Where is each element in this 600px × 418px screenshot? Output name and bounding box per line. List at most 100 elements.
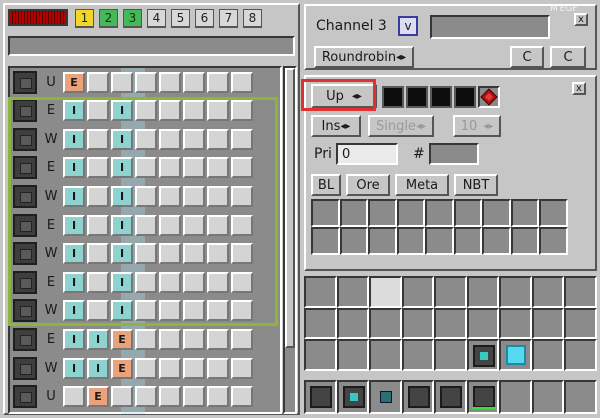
channel-cell[interactable]: [183, 71, 205, 93]
channel-tab-3[interactable]: 3: [123, 9, 142, 28]
inventory-slot[interactable]: [564, 307, 597, 340]
filter-slot[interactable]: [425, 199, 454, 227]
channel-cell[interactable]: [231, 71, 253, 93]
channel-cell[interactable]: E: [87, 386, 109, 408]
inventory-slot[interactable]: [531, 307, 565, 340]
channel-cell[interactable]: [207, 357, 229, 379]
connection-row[interactable]: EIIE: [13, 327, 279, 351]
inventory-slot[interactable]: [531, 339, 565, 371]
channel-cell[interactable]: E: [63, 71, 85, 93]
upgrade-slot[interactable]: [430, 86, 452, 108]
filter-slot[interactable]: [311, 199, 340, 227]
filter-slot[interactable]: [539, 227, 568, 255]
inventory-slot[interactable]: [304, 276, 337, 308]
channel-cell[interactable]: [231, 386, 253, 408]
hotbar-slot[interactable]: [304, 380, 337, 414]
inventory-slot[interactable]: [336, 276, 370, 308]
scroll-thumb[interactable]: [285, 68, 295, 348]
inventory-slot[interactable]: [466, 276, 500, 308]
meta-button[interactable]: Meta: [395, 174, 449, 196]
channel-tab-6[interactable]: 6: [195, 9, 214, 28]
filter-slot[interactable]: [339, 199, 369, 227]
network-name-field[interactable]: [8, 36, 295, 56]
channel-tab-8[interactable]: 8: [243, 9, 262, 28]
channel-cell[interactable]: E: [111, 328, 133, 350]
inventory-slot[interactable]: [336, 307, 370, 340]
inventory-slot[interactable]: [466, 339, 500, 371]
channel-cell[interactable]: [231, 328, 253, 350]
upgrade-slot[interactable]: [382, 86, 404, 108]
filter-slot[interactable]: [396, 199, 426, 227]
channel-close-button[interactable]: x: [574, 13, 588, 26]
inventory-slot[interactable]: [434, 339, 467, 371]
inventory-slot[interactable]: [434, 307, 467, 340]
channel-cell[interactable]: [207, 328, 229, 350]
channel-cell[interactable]: [183, 357, 205, 379]
filter-slot[interactable]: [510, 227, 540, 255]
channel-cell[interactable]: [159, 71, 181, 93]
inventory-slot[interactable]: [564, 276, 597, 308]
channel-cell[interactable]: [231, 357, 253, 379]
filter-slot[interactable]: [425, 227, 454, 255]
inventory-slot[interactable]: [401, 307, 435, 340]
channel-cell[interactable]: [159, 386, 181, 408]
hotbar-slot[interactable]: [401, 380, 435, 414]
filter-slot[interactable]: [453, 199, 483, 227]
channel-cell[interactable]: [159, 328, 181, 350]
channel-cell[interactable]: [63, 386, 85, 408]
channel-cell[interactable]: I: [87, 328, 109, 350]
connection-row[interactable]: UE: [13, 70, 279, 94]
hotbar-slot[interactable]: [336, 380, 370, 414]
channel-cell[interactable]: [159, 357, 181, 379]
upgrade-slot[interactable]: [406, 86, 428, 108]
channel-cell[interactable]: [135, 328, 157, 350]
channel-cell[interactable]: [87, 71, 109, 93]
inventory-slot[interactable]: [466, 307, 500, 340]
channel-cell[interactable]: [183, 328, 205, 350]
channel-tab-5[interactable]: 5: [171, 9, 190, 28]
connection-row[interactable]: WIIE: [13, 356, 279, 380]
upgrade-slot[interactable]: [454, 86, 476, 108]
inventory-slot[interactable]: [369, 276, 402, 308]
hotbar-slot[interactable]: [499, 380, 532, 414]
channel-cell[interactable]: [135, 357, 157, 379]
inventory-slot[interactable]: [434, 276, 467, 308]
channel-name-field[interactable]: [430, 15, 550, 39]
channel-cell[interactable]: I: [63, 328, 85, 350]
channel-cell[interactable]: [111, 71, 133, 93]
inventory-slot[interactable]: [369, 307, 402, 340]
filter-slot[interactable]: [368, 227, 397, 255]
filter-slot[interactable]: [311, 227, 340, 255]
channel-cell[interactable]: I: [87, 357, 109, 379]
inventory-slot[interactable]: [304, 307, 337, 340]
connection-row[interactable]: UE: [13, 385, 279, 409]
filter-slot[interactable]: [510, 199, 540, 227]
filter-slot[interactable]: [539, 199, 568, 227]
channel-enable-checkbox[interactable]: v: [398, 16, 418, 36]
hotbar-slot[interactable]: [466, 380, 500, 414]
channel-tab-4[interactable]: 4: [147, 9, 166, 28]
count-button[interactable]: 10 ◂▸: [453, 115, 501, 137]
inventory-slot[interactable]: [336, 339, 370, 371]
copy-button[interactable]: C: [510, 46, 544, 68]
count-field[interactable]: [429, 143, 479, 165]
channel-cell[interactable]: [207, 386, 229, 408]
channel-cell[interactable]: [135, 386, 157, 408]
channel-cell[interactable]: I: [63, 357, 85, 379]
channel-cell[interactable]: E: [111, 357, 133, 379]
inventory-slot[interactable]: [304, 339, 337, 371]
nbt-button[interactable]: NBT: [454, 174, 498, 196]
settings-close-button[interactable]: x: [572, 82, 586, 95]
filter-slot[interactable]: [453, 227, 483, 255]
channel-tab-2[interactable]: 2: [99, 9, 118, 28]
channel-cell[interactable]: [183, 386, 205, 408]
redstone-control-button[interactable]: [478, 86, 500, 108]
filter-slot[interactable]: [482, 227, 511, 255]
inventory-slot[interactable]: [499, 339, 532, 371]
channel-tab-7[interactable]: 7: [219, 9, 238, 28]
channel-cell[interactable]: [111, 386, 133, 408]
single-mode-button[interactable]: Single ◂▸: [368, 115, 434, 137]
ore-dict-button[interactable]: Ore: [346, 174, 390, 196]
inventory-slot[interactable]: [369, 339, 402, 371]
channel-cell[interactable]: [207, 71, 229, 93]
